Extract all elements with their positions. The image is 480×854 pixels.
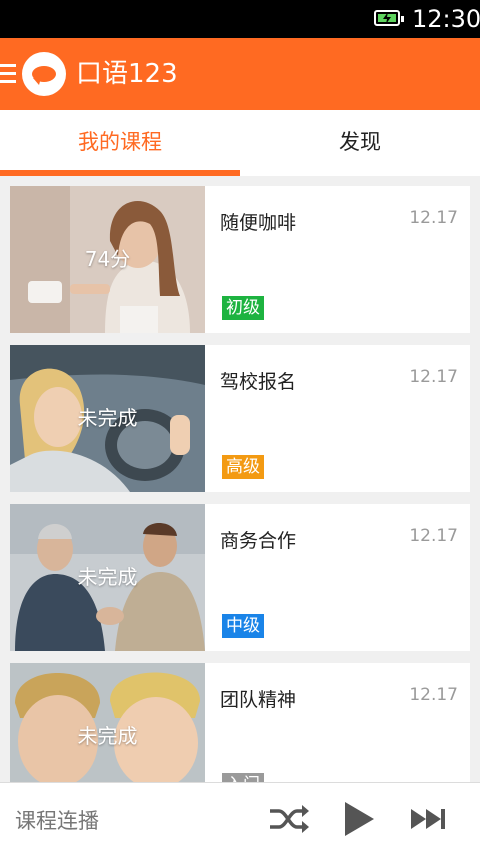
course-title: 随便咖啡 bbox=[220, 212, 297, 234]
course-date: 12.17 bbox=[409, 685, 458, 705]
course-thumbnail: 74分 bbox=[10, 186, 205, 333]
course-card[interactable]: 74分 随便咖啡 12.17 初级 bbox=[10, 186, 470, 333]
course-status: 未完成 bbox=[77, 406, 138, 430]
chat-bubble-logo-icon bbox=[22, 52, 66, 96]
level-badge: 初级 bbox=[222, 296, 264, 320]
play-icon[interactable] bbox=[342, 801, 382, 837]
status-bar: 12:30 bbox=[0, 0, 480, 38]
course-status: 74分 bbox=[84, 247, 131, 271]
course-date: 12.17 bbox=[409, 526, 458, 546]
course-thumbnail: 未完成 bbox=[10, 504, 205, 651]
continuous-play-label: 课程连播 bbox=[15, 809, 99, 833]
course-status: 未完成 bbox=[77, 565, 138, 589]
app-title: 口语123 bbox=[76, 59, 178, 89]
tab-my-courses[interactable]: 我的课程 bbox=[0, 110, 240, 176]
tab-discover[interactable]: 发现 bbox=[240, 110, 480, 176]
course-list[interactable]: 74分 随便咖啡 12.17 初级 未完成 驾校报名 12.17 高级 未完成 … bbox=[0, 176, 480, 782]
bottom-bar: 课程连播 bbox=[0, 782, 480, 854]
course-card[interactable]: 未完成 商务合作 12.17 中级 bbox=[10, 504, 470, 651]
course-card[interactable]: 未完成 团队精神 12.17 入门 bbox=[10, 663, 470, 782]
tab-bar: 我的课程 发现 bbox=[0, 110, 480, 176]
course-date: 12.17 bbox=[409, 367, 458, 387]
course-title: 商务合作 bbox=[220, 530, 297, 552]
level-badge: 入门 bbox=[222, 773, 264, 782]
battery-charging-icon bbox=[374, 10, 404, 26]
level-badge: 中级 bbox=[222, 614, 264, 638]
course-title: 驾校报名 bbox=[220, 371, 297, 393]
course-status: 未完成 bbox=[77, 724, 138, 748]
level-badge: 高级 bbox=[222, 455, 264, 479]
course-thumbnail: 未完成 bbox=[10, 663, 205, 782]
course-thumbnail: 未完成 bbox=[10, 345, 205, 492]
course-title: 团队精神 bbox=[220, 689, 297, 711]
shuffle-icon[interactable] bbox=[268, 801, 309, 837]
skip-next-icon[interactable] bbox=[410, 801, 450, 837]
course-date: 12.17 bbox=[409, 208, 458, 228]
clock: 12:30 bbox=[412, 5, 480, 33]
menu-icon[interactable] bbox=[0, 64, 16, 84]
course-card[interactable]: 未完成 驾校报名 12.17 高级 bbox=[10, 345, 470, 492]
app-bar: 口语123 bbox=[0, 38, 480, 110]
